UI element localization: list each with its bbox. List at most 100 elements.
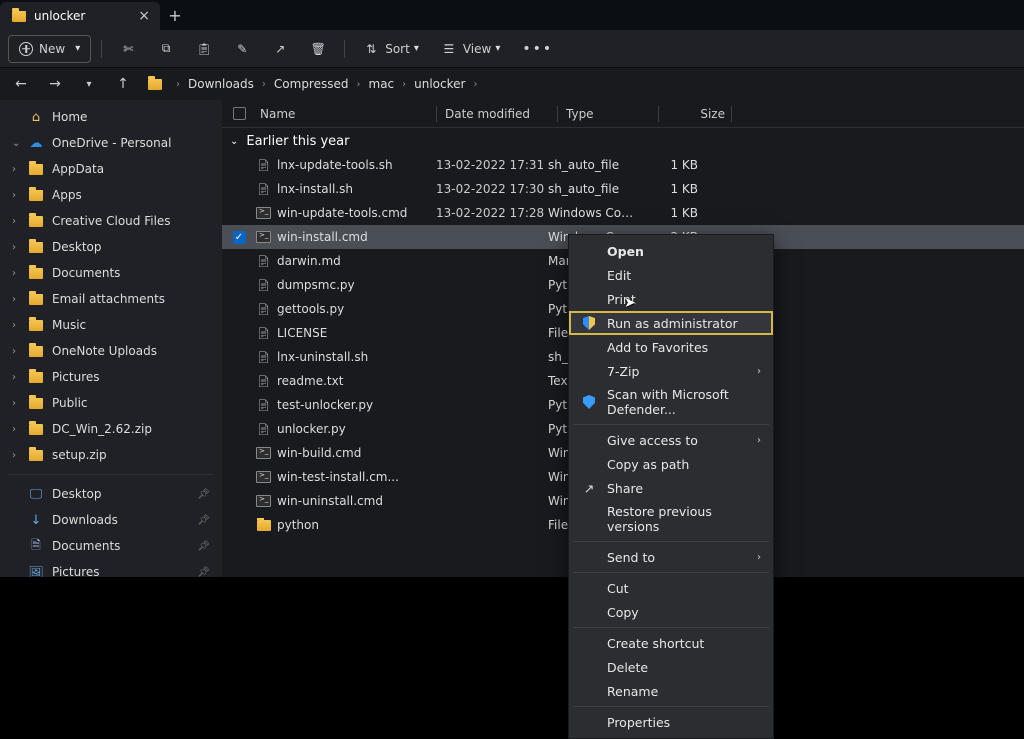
sidebar-item[interactable]: ›Music (0, 312, 222, 338)
menu-item[interactable]: Rename (569, 679, 773, 703)
sidebar-item[interactable]: ›setup.zip (0, 442, 222, 468)
chevron-down-icon: ▾ (414, 43, 419, 54)
file-row[interactable]: win-update-tools.cmd13-02-2022 17:28Wind… (222, 201, 1024, 225)
cmd-file-icon (256, 494, 271, 509)
more-button[interactable]: ••• (514, 35, 561, 63)
menu-item[interactable]: Restore previous versions (569, 500, 773, 538)
breadcrumb-item[interactable]: unlocker (414, 77, 465, 91)
sidebar-item[interactable]: 🗎Documents📌︎ (0, 533, 222, 559)
toolbar: New ▾ ✄ ⧉ 📋︎ ✎ ↗ 🗑︎ ⇅ Sort ▾ ☰ View ▾ ••… (0, 30, 1024, 68)
menu-item[interactable]: Copy (569, 600, 773, 624)
shell-file-icon: 📄︎ (256, 182, 271, 197)
select-all-checkbox[interactable] (233, 107, 246, 120)
share-button[interactable]: ↗ (264, 35, 296, 63)
sidebar-item[interactable]: 🖼︎Pictures📌︎ (0, 559, 222, 577)
menu-item[interactable]: Run as administrator (569, 311, 773, 335)
rename-button[interactable]: ✎ (226, 35, 258, 63)
chevron-right-icon: › (176, 79, 180, 90)
close-tab-icon[interactable]: × (138, 8, 150, 24)
breadcrumb-item[interactable]: mac (369, 77, 395, 91)
row-checkbox[interactable]: ✓ (233, 231, 246, 244)
menu-item[interactable]: Send to› (569, 545, 773, 569)
col-date[interactable]: Date modified (445, 107, 557, 121)
cmd-file-icon (256, 230, 271, 245)
forward-button[interactable]: → (46, 76, 64, 92)
breadcrumb-item[interactable]: Downloads (188, 77, 254, 91)
breadcrumb[interactable]: › Downloads›Compressed›mac›unlocker› (148, 77, 477, 91)
menu-item[interactable]: Edit (569, 263, 773, 287)
col-name[interactable]: Name (256, 107, 436, 121)
copy-button[interactable]: ⧉ (150, 35, 182, 63)
active-tab[interactable]: unlocker × (0, 2, 160, 30)
sidebar-item[interactable]: ›Documents (0, 260, 222, 286)
view-button[interactable]: ☰ View ▾ (433, 35, 509, 63)
sidebar-item[interactable]: 🖵Desktop📌︎ (0, 481, 222, 507)
file-name: LICENSE (277, 326, 327, 340)
breadcrumb-item[interactable]: Compressed (274, 77, 349, 91)
new-tab-button[interactable]: + (160, 0, 190, 30)
menu-item[interactable]: Delete (569, 655, 773, 679)
sidebar-item[interactable]: ›Desktop (0, 234, 222, 260)
sidebar-item-label: setup.zip (52, 448, 107, 462)
menu-item-label: Copy as path (607, 457, 761, 472)
folder-icon (28, 317, 44, 333)
chevron-down-icon[interactable]: ▾ (80, 79, 98, 90)
file-row[interactable]: 📄︎lnx-install.sh13-02-2022 17:30sh_auto_… (222, 177, 1024, 201)
col-type[interactable]: Type (566, 107, 658, 121)
file-size: 1 KB (640, 206, 704, 220)
menu-item[interactable]: Print (569, 287, 773, 311)
file-type: sh_auto_file (548, 158, 640, 172)
file-name: readme.txt (277, 374, 343, 388)
menu-item[interactable]: Add to Favorites (569, 335, 773, 359)
sidebar-item[interactable]: ›DC_Win_2.62.zip (0, 416, 222, 442)
menu-item[interactable]: Open (569, 239, 773, 263)
up-button[interactable]: ↑ (114, 76, 132, 92)
paste-button[interactable]: 📋︎ (188, 35, 220, 63)
file-date: 13-02-2022 17:30 (436, 182, 548, 196)
sidebar-item[interactable]: ›Pictures (0, 364, 222, 390)
python-file-icon: 📄︎ (256, 302, 271, 317)
delete-button[interactable]: 🗑︎ (302, 35, 334, 63)
sidebar-item[interactable]: ›Public (0, 390, 222, 416)
sidebar-item-label: Music (52, 318, 86, 332)
view-label: View (463, 42, 491, 56)
menu-item[interactable]: Properties (569, 710, 773, 734)
menu-item-label: Send to (607, 550, 747, 565)
sort-button[interactable]: ⇅ Sort ▾ (355, 35, 427, 63)
sidebar-item[interactable]: ›Email attachments (0, 286, 222, 312)
col-size[interactable]: Size (667, 107, 731, 121)
menu-item[interactable]: 7-Zip› (569, 359, 773, 383)
group-header[interactable]: ⌄ Earlier this year (222, 128, 1024, 153)
file-name: test-unlocker.py (277, 398, 373, 412)
menu-item[interactable]: Scan with Microsoft Defender... (569, 383, 773, 421)
cut-button[interactable]: ✄ (112, 35, 144, 63)
new-button[interactable]: New ▾ (8, 35, 91, 63)
menu-item-label: Open (607, 244, 761, 259)
menu-item-label: Rename (607, 684, 761, 699)
sidebar-item-label: Documents (52, 266, 120, 280)
sort-icon: ⇅ (363, 41, 379, 57)
back-button[interactable]: ← (12, 76, 30, 92)
chevron-right-icon: › (12, 242, 20, 253)
context-menu: Open EditPrintRun as administratorAdd to … (568, 234, 774, 739)
sidebar-item[interactable]: ›AppData (0, 156, 222, 182)
sidebar-item[interactable]: ⌄☁OneDrive - Personal (0, 130, 222, 156)
menu-item[interactable]: Cut (569, 576, 773, 600)
share-icon: ↗ (581, 480, 597, 496)
menu-separator (573, 706, 769, 707)
folder-icon (28, 369, 44, 385)
sidebar-item[interactable]: ›Creative Cloud Files (0, 208, 222, 234)
sidebar-item[interactable]: ↓Downloads📌︎ (0, 507, 222, 533)
sidebar-item[interactable]: ›Apps (0, 182, 222, 208)
chevron-down-icon: ▾ (495, 43, 500, 54)
menu-item[interactable]: Copy as path (569, 452, 773, 476)
sidebar-item[interactable]: ›OneNote Uploads (0, 338, 222, 364)
menu-item[interactable]: Give access to› (569, 428, 773, 452)
menu-item[interactable]: Create shortcut (569, 631, 773, 655)
new-label: New (39, 42, 65, 56)
menu-item-label: 7-Zip (607, 364, 747, 379)
menu-item[interactable]: ↗Share (569, 476, 773, 500)
sidebar-item[interactable]: ⌂Home (0, 104, 222, 130)
file-row[interactable]: 📄︎lnx-update-tools.sh13-02-2022 17:31sh_… (222, 153, 1024, 177)
chevron-down-icon: ⌄ (230, 136, 238, 147)
